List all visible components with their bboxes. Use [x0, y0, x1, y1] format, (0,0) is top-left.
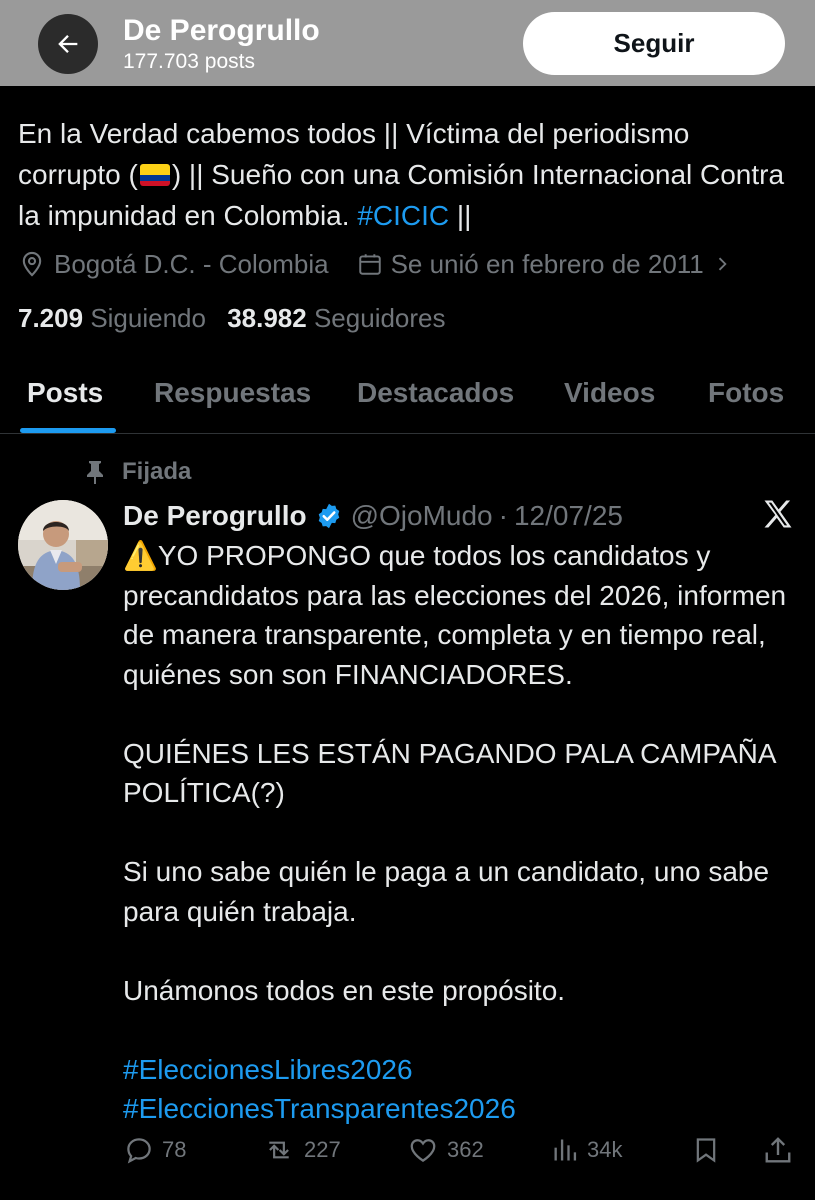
bio-hashtag-link[interactable]: #CICIC: [357, 200, 449, 231]
post-paragraph-1: ⚠️YO PROPONGO que todos los candidatos y…: [123, 540, 787, 690]
avatar-photo: [18, 500, 108, 590]
like-count: 362: [447, 1137, 484, 1162]
back-button[interactable]: [38, 14, 98, 74]
post-paragraph-3: Si uno sabe quién le paga a un candidato…: [123, 856, 770, 927]
tab-videos[interactable]: Videos: [564, 377, 655, 409]
repost-icon: [269, 1141, 289, 1159]
profile-name: De Perogrullo: [123, 14, 320, 47]
post-hashtag-1[interactable]: #EleccionesLibres2026: [123, 1050, 803, 1090]
following-label: Siguiendo: [90, 303, 206, 333]
joined-item[interactable]: Se unió en febrero de 2011: [357, 249, 732, 280]
followers-link[interactable]: 38.982 Seguidores: [227, 303, 445, 333]
location-text: Bogotá D.C. - Colombia: [54, 248, 329, 279]
follow-counts: 7.209 Siguiendo 38.982 Seguidores: [18, 303, 446, 334]
profile-meta: Bogotá D.C. - Colombia Se unió en febrer…: [18, 246, 732, 282]
bookmark-button[interactable]: [692, 1135, 720, 1165]
reply-icon: [127, 1138, 151, 1164]
verified-badge-icon: [318, 503, 339, 529]
heart-icon: [410, 1139, 436, 1162]
views-count: 34k: [587, 1137, 623, 1162]
post-hashtag-2[interactable]: #EleccionesTransparentes2026: [123, 1089, 803, 1129]
post-author-name[interactable]: De Perogrullo: [123, 500, 307, 532]
reply-count: 78: [162, 1137, 187, 1162]
tab-highlights[interactable]: Destacados: [357, 377, 514, 409]
follow-button[interactable]: Seguir: [523, 12, 785, 75]
post-count-value: 177.703: [123, 50, 199, 73]
views-chart-icon: [554, 1139, 577, 1161]
post-separator: ·: [498, 500, 508, 531]
tab-photos[interactable]: Fotos: [708, 377, 784, 409]
bio-text-3: ||: [449, 200, 472, 231]
post-actions: 78 227 362 34k: [0, 1135, 815, 1175]
following-link[interactable]: 7.209 Siguiendo: [18, 303, 206, 333]
joined-text: Se unió en febrero de 2011: [390, 248, 704, 279]
like-button[interactable]: 362: [407, 1135, 484, 1165]
location-pin-icon: [22, 251, 42, 277]
profile-tabs: Posts Respuestas Destacados Videos Fotos: [0, 360, 815, 434]
calendar-icon: [358, 254, 381, 275]
tab-replies[interactable]: Respuestas: [154, 377, 311, 409]
share-icon: [765, 1137, 791, 1163]
repost-count: 227: [304, 1137, 341, 1162]
active-tab-indicator: [20, 428, 116, 433]
tab-posts[interactable]: Posts: [27, 377, 103, 409]
following-count: 7.209: [18, 303, 84, 333]
post-count: 177.703 posts: [123, 50, 255, 74]
chevron-right-icon: [718, 257, 727, 271]
post-paragraph-4: Unámonos todos en este propósito.: [123, 974, 566, 1006]
colombia-flag-icon: [139, 164, 170, 186]
views-button[interactable]: 34k: [551, 1135, 622, 1165]
profile-header-bar: De Perogrullo 177.703 posts Seguir: [0, 0, 815, 86]
bookmark-icon: [696, 1138, 716, 1163]
arrow-left-icon: [58, 35, 78, 53]
followers-count: 38.982: [227, 303, 307, 333]
post-author-handle[interactable]: @OjoMudo: [351, 500, 493, 532]
post-date[interactable]: 12/07/25: [514, 500, 623, 532]
location-item: Bogotá D.C. - Colombia: [18, 249, 329, 280]
pinned-label: Fijada: [122, 458, 192, 485]
repost-button[interactable]: 227: [262, 1135, 341, 1165]
pin-icon: [87, 461, 103, 484]
post-header: De Perogrullo @OjoMudo · 12/07/25: [123, 496, 623, 536]
share-button[interactable]: [763, 1135, 793, 1165]
post-paragraph-2: QUIÉNES LES ESTÁN PAGANDO PALA CAMPAÑA P…: [123, 737, 775, 809]
x-logo-icon[interactable]: [760, 496, 796, 532]
pinned-indicator: Fijada: [84, 458, 191, 486]
reply-button[interactable]: 78: [124, 1135, 186, 1165]
profile-bio: En la Verdad cabemos todos || Víctima de…: [18, 113, 798, 236]
post-body: ⚠️YO PROPONGO que todos los candidatos y…: [123, 536, 803, 1129]
followers-label: Seguidores: [313, 303, 446, 333]
author-avatar[interactable]: [18, 500, 108, 590]
post-count-label: posts: [204, 50, 255, 73]
